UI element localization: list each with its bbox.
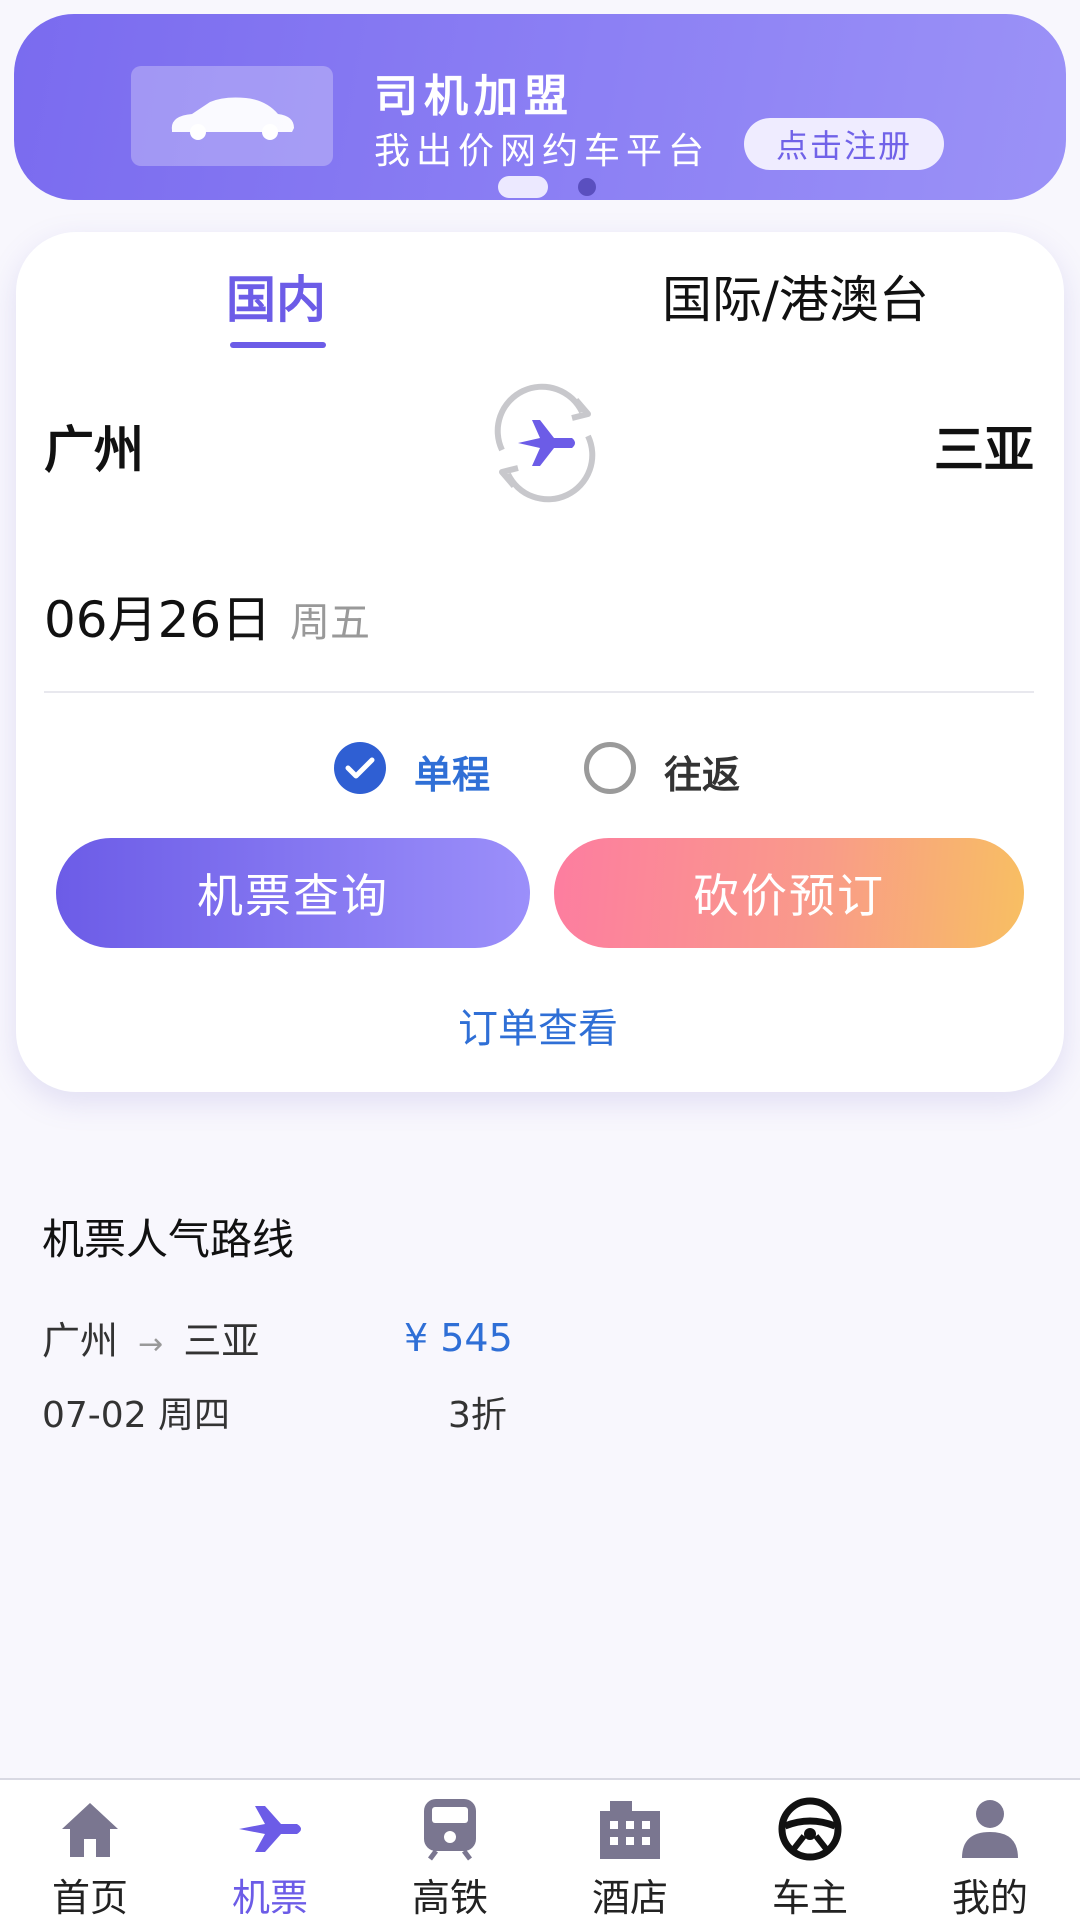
swap-plane-icon xyxy=(494,383,596,503)
banner-subtitle: 我出价网约车平台 xyxy=(374,131,711,172)
nav-label-flights: 机票 xyxy=(231,1876,308,1920)
round-trip-label[interactable]: 往返 xyxy=(664,744,740,799)
route-to: 三亚 xyxy=(183,1319,260,1363)
banner-title: 司机加盟 xyxy=(374,71,574,122)
nav-label-driver: 车主 xyxy=(771,1876,848,1920)
bargain-booking-button[interactable]: 砍价预订 xyxy=(554,838,1024,948)
flight-search-button[interactable]: 机票查询 xyxy=(56,838,530,948)
nav-item-home[interactable]: 首页 xyxy=(0,1780,180,1920)
route-price: ¥ 545 xyxy=(404,1316,513,1360)
home-icon xyxy=(55,1794,125,1863)
route-from: 广州 xyxy=(42,1319,119,1363)
round-trip-radio[interactable] xyxy=(584,742,636,794)
hotel-icon xyxy=(595,1794,665,1863)
nav-label-hotel: 酒店 xyxy=(591,1876,668,1920)
nav-label-profile: 我的 xyxy=(951,1876,1028,1920)
nav-item-flights[interactable]: 机票 xyxy=(180,1780,360,1920)
tab-international[interactable]: 国际/港澳台 xyxy=(662,260,929,332)
route-date: 07-02 周四 xyxy=(42,1395,231,1436)
flight-search-card xyxy=(16,232,1064,1092)
one-way-radio[interactable] xyxy=(334,742,386,794)
divider xyxy=(44,691,1034,693)
bottom-nav: 首页 机票 高铁 酒店 车主 我的 xyxy=(0,1778,1080,1920)
driver-join-banner[interactable]: 司机加盟 我出价网约车平台 点击注册 xyxy=(14,14,1066,200)
arrival-city[interactable]: 三亚 xyxy=(934,410,1034,482)
swap-cities-button[interactable] xyxy=(482,380,608,506)
car-icon xyxy=(131,66,333,166)
tab-domestic[interactable]: 国内 xyxy=(226,260,326,332)
carousel-dot[interactable] xyxy=(578,178,596,196)
plane-icon xyxy=(235,1794,305,1863)
user-icon xyxy=(955,1794,1025,1863)
nav-item-train[interactable]: 高铁 xyxy=(360,1780,540,1920)
departure-date[interactable]: 06月26日 xyxy=(44,580,271,652)
nav-label-train: 高铁 xyxy=(411,1876,488,1920)
departure-city[interactable]: 广州 xyxy=(44,410,144,482)
nav-item-profile[interactable]: 我的 xyxy=(900,1780,1080,1920)
one-way-label[interactable]: 单程 xyxy=(414,744,490,799)
train-icon xyxy=(415,1794,485,1863)
steering-wheel-icon xyxy=(775,1794,845,1863)
check-icon xyxy=(345,757,375,779)
arrow-icon: → xyxy=(138,1327,164,1362)
nav-item-driver[interactable]: 车主 xyxy=(720,1780,900,1920)
popular-routes-title: 机票人气路线 xyxy=(42,1215,295,1264)
departure-weekday: 周五 xyxy=(290,600,370,646)
carousel-dot-active[interactable] xyxy=(498,176,548,198)
nav-label-home: 首页 xyxy=(51,1876,128,1920)
popular-route[interactable]: 广州 → 三亚 xyxy=(42,1310,259,1365)
route-discount: 3折 xyxy=(448,1395,507,1436)
nav-item-hotel[interactable]: 酒店 xyxy=(540,1780,720,1920)
register-button[interactable]: 点击注册 xyxy=(744,118,944,170)
view-orders-link[interactable]: 订单查看 xyxy=(458,996,618,1054)
active-tab-indicator xyxy=(230,342,326,348)
app-screen: 司机加盟 我出价网约车平台 点击注册 国内 国际/港澳台 广州 三亚 06月26… xyxy=(0,0,1080,1920)
